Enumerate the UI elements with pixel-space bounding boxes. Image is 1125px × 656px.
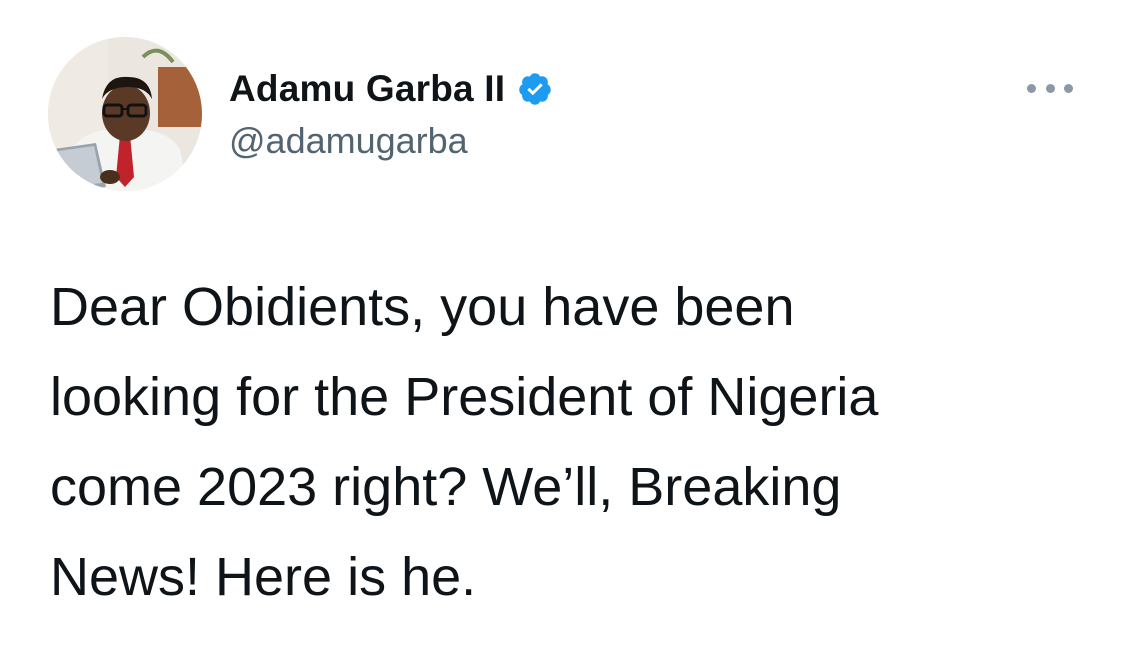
more-dot xyxy=(1027,83,1036,93)
tweet-text: Dear Obidients, you have been looking fo… xyxy=(50,262,1080,622)
avatar-photo xyxy=(48,37,202,191)
tweet-text-line: Dear Obidients, you have been xyxy=(50,277,795,337)
more-dot xyxy=(1045,83,1055,93)
verified-badge-icon xyxy=(517,71,553,107)
display-name[interactable]: Adamu Garba II xyxy=(229,68,505,110)
tweet-text-line: News! Here is he. xyxy=(50,547,477,607)
author-handle[interactable]: @adamugarba xyxy=(229,120,468,162)
more-dot xyxy=(1064,83,1073,93)
tweet-text-line: come 2023 right? We’ll, Breaking xyxy=(50,457,842,517)
avatar[interactable] xyxy=(48,37,202,191)
more-options-icon[interactable] xyxy=(1027,78,1073,98)
tweet-text-line: looking for the President of Nigeria xyxy=(50,367,879,427)
author-name-row[interactable]: Adamu Garba II xyxy=(229,66,553,112)
